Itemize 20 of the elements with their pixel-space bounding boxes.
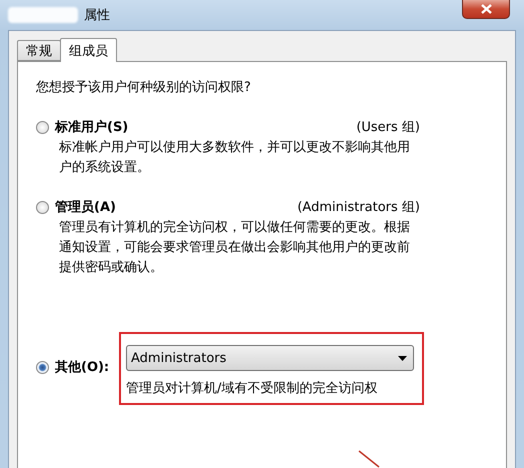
tab[interactable]: 组成员 [60,38,117,62]
group-name: (Users 组) [356,119,420,136]
close-icon [480,4,492,14]
window-title: 属性 [84,7,110,24]
redacted-name-block [8,7,78,23]
radio-button[interactable] [36,200,49,214]
dropdown-caret-icon [398,356,407,360]
option-label[interactable]: 标准用户(S) [55,118,128,136]
tab[interactable]: 常规 [17,40,61,61]
group-dropdown[interactable]: Administrators [126,345,414,371]
radio-button[interactable] [36,120,49,134]
option-description: 管理员对计算机/域有不受限制的完全访问权 [126,380,378,397]
radio-button[interactable] [36,360,49,374]
option-label[interactable]: 其他(O): [55,358,110,376]
question-text: 您想授予该用户何种级别的访问权限? [36,79,252,96]
group-name: (Administrators 组) [297,199,420,216]
option-description: 标准帐户用户可以使用大多数软件，并可以更改不影响其他用户的系统设置。 [59,139,411,177]
option-label[interactable]: 管理员(A) [55,198,116,216]
option-description: 管理员有计算机的完全访问权，可以做任何需要的更改。根据通知设置，可能会要求管理员在做出会影响其他用户的更改前提供密码或确认。 [59,219,411,277]
close-button[interactable] [462,0,510,19]
